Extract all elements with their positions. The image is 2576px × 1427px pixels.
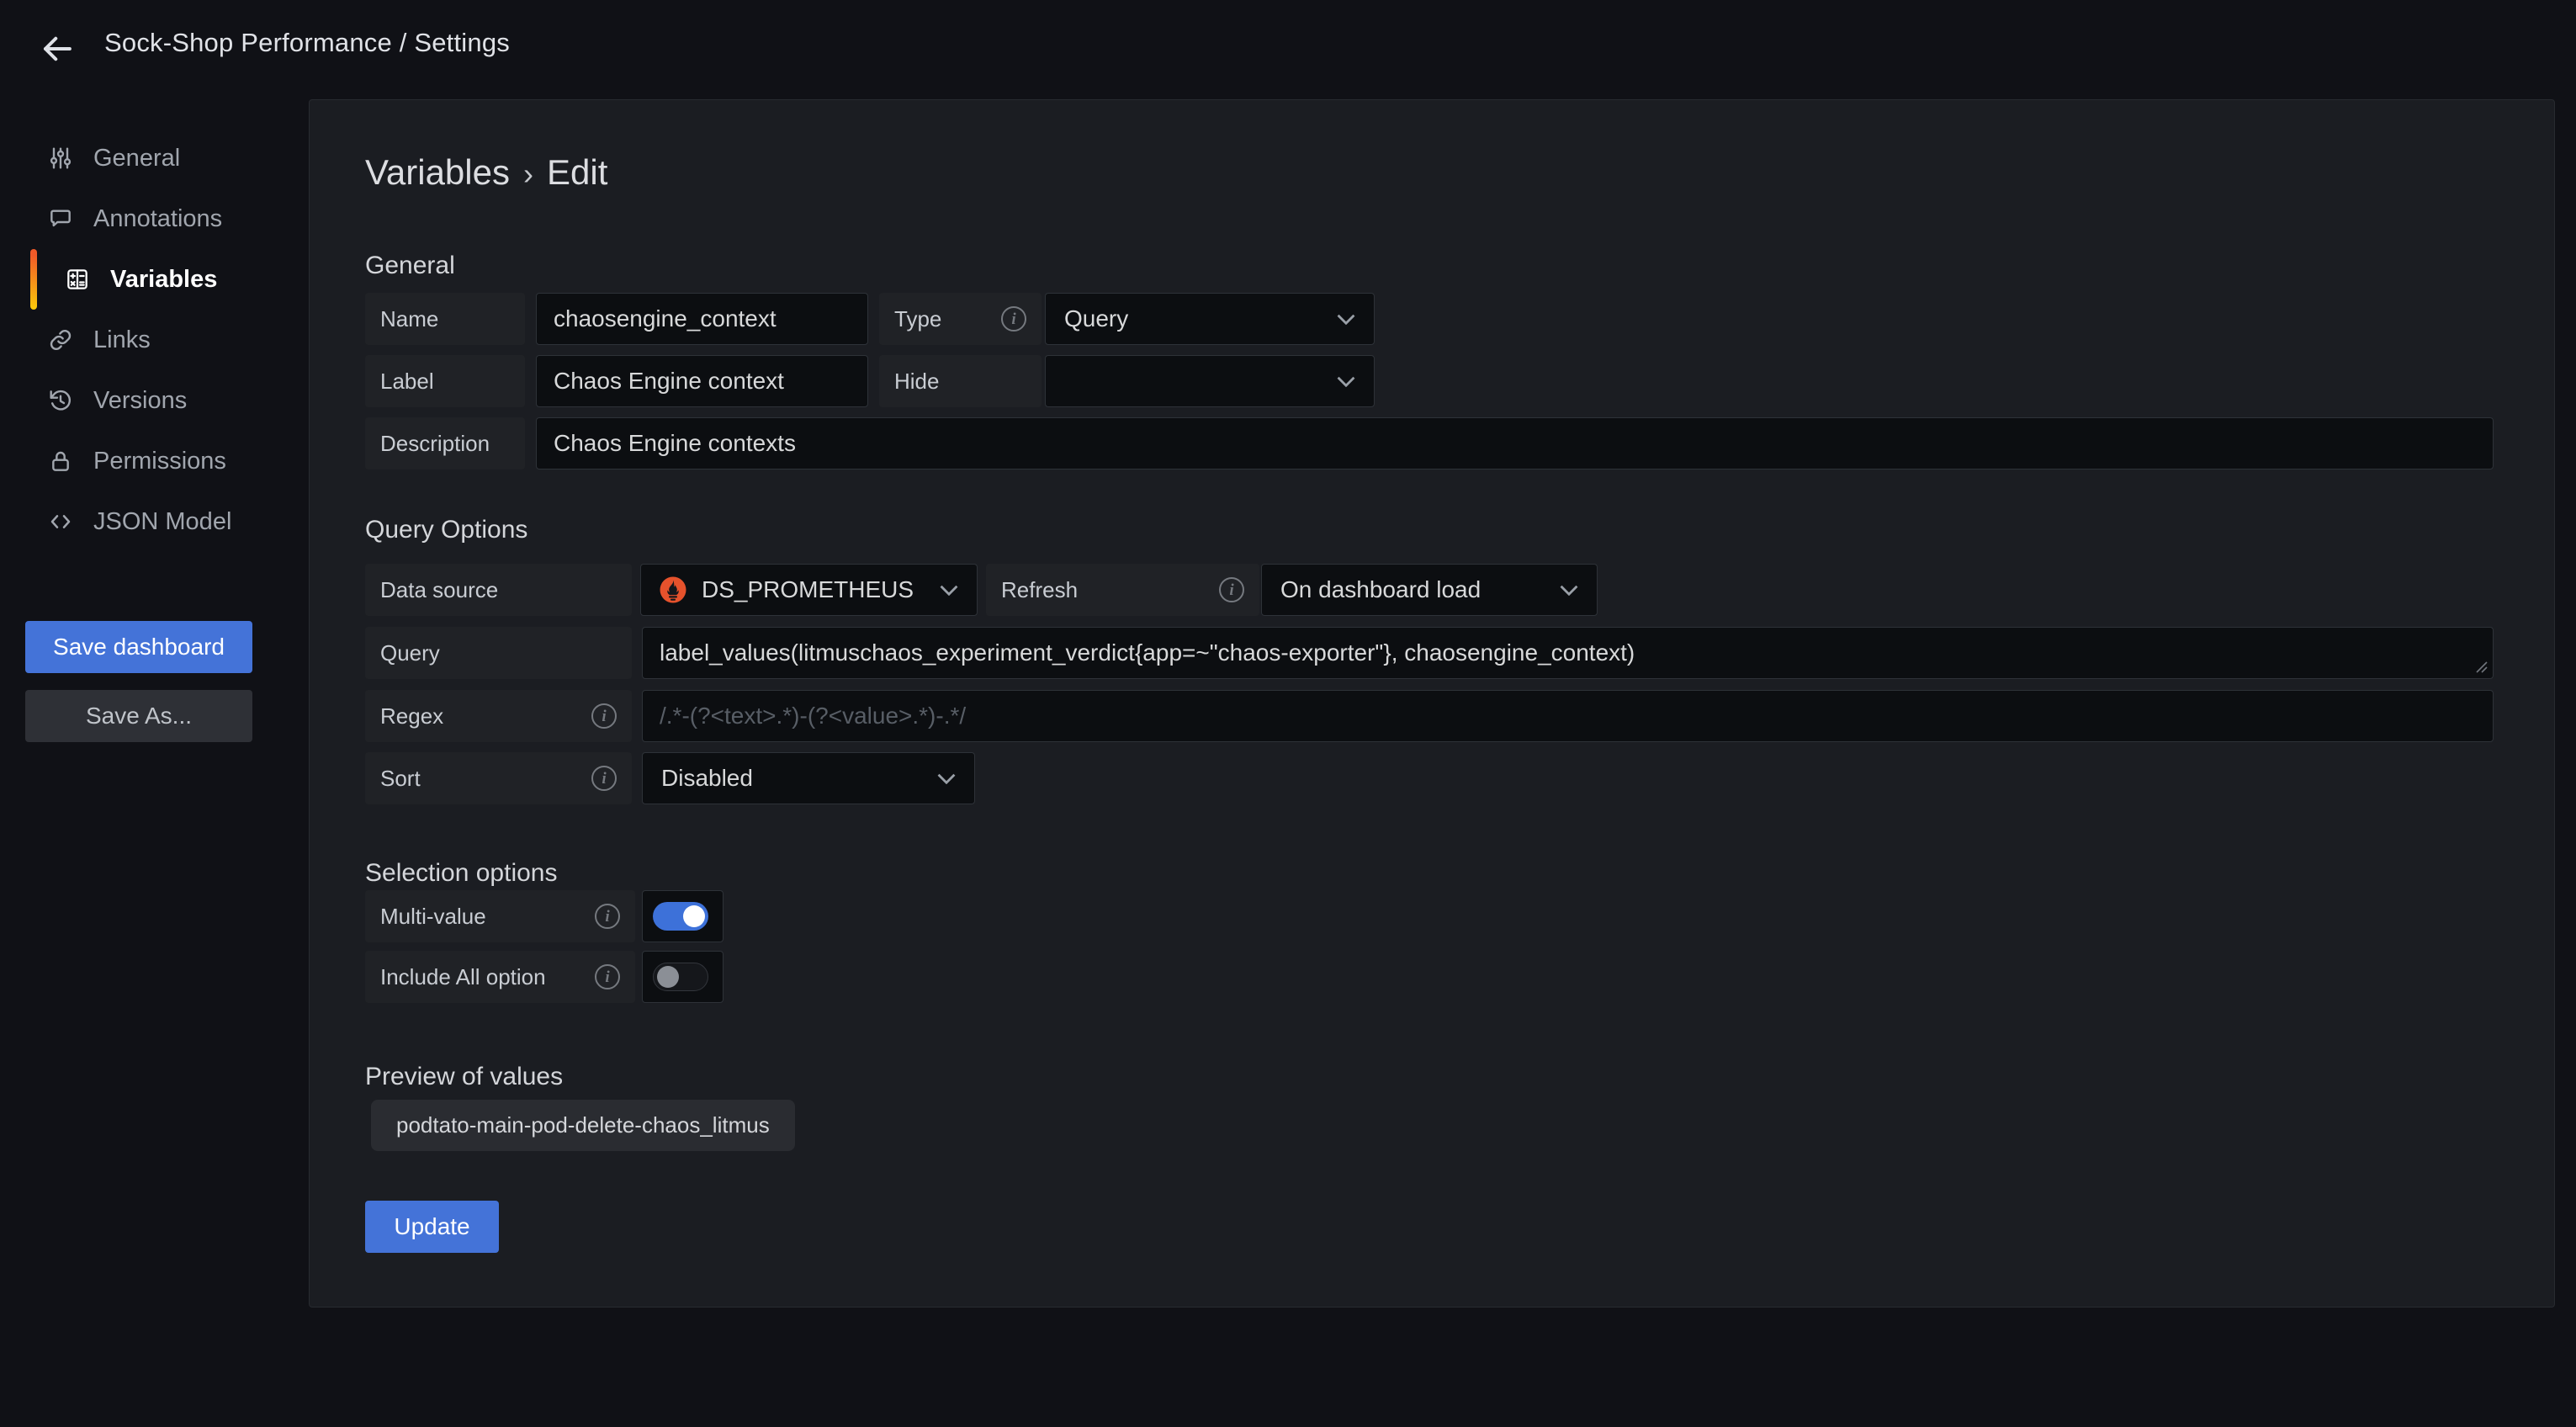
breadcrumb-current: Edit: [547, 152, 607, 192]
sidebar-item-json-model[interactable]: JSON Model: [0, 491, 309, 552]
sidebar-item-label: Permissions: [93, 448, 226, 475]
chevron-down-icon: [940, 585, 958, 596]
datasource-select[interactable]: DS_PROMETHEUS: [640, 564, 978, 616]
chevron-down-icon: [1337, 376, 1355, 387]
query-label-text: Query: [380, 640, 440, 666]
breadcrumb-separator-icon: ›: [523, 156, 533, 191]
datasource-label-text: Data source: [380, 577, 498, 603]
breadcrumb: Variables › Edit: [365, 152, 607, 193]
chevron-down-icon: [1337, 314, 1355, 325]
hide-label-text: Hide: [894, 369, 939, 395]
chevron-down-icon: [1560, 585, 1578, 596]
prometheus-icon: [660, 576, 686, 603]
info-icon[interactable]: i: [595, 904, 620, 929]
multi-value-label: Multi-value i: [365, 890, 635, 942]
sidebar-item-annotations[interactable]: Annotations: [0, 188, 309, 249]
breadcrumb-section[interactable]: Variables: [365, 152, 510, 192]
save-as-button[interactable]: Save As...: [25, 690, 252, 742]
description-input[interactable]: [536, 417, 2494, 469]
datasource-select-value: DS_PROMETHEUS: [702, 576, 914, 603]
info-icon[interactable]: i: [591, 703, 617, 729]
page-title: Sock-Shop Performance / Settings: [104, 28, 510, 58]
general-section-heading: General: [365, 252, 455, 280]
toggle-knob: [657, 966, 679, 988]
calculator-icon: [63, 265, 92, 294]
sort-label-text: Sort: [380, 766, 421, 792]
query-label: Query: [365, 627, 632, 679]
label-label-text: Label: [380, 369, 434, 395]
type-label-text: Type: [894, 306, 941, 332]
sort-select[interactable]: Disabled: [642, 752, 975, 804]
preview-value-chip: podtato-main-pod-delete-chaos_litmus: [371, 1100, 795, 1151]
refresh-select[interactable]: On dashboard load: [1261, 564, 1598, 616]
resize-grip-icon[interactable]: [2473, 659, 2489, 674]
regex-input[interactable]: [642, 690, 2494, 742]
datasource-label: Data source: [365, 564, 632, 616]
settings-nav: General Annotations: [0, 128, 309, 552]
toggle-knob: [683, 905, 705, 927]
sidebar-item-label: General: [93, 145, 180, 172]
sidebar-item-label: Links: [93, 326, 151, 354]
name-label-text: Name: [380, 306, 438, 332]
update-button[interactable]: Update: [365, 1201, 499, 1253]
multi-value-label-text: Multi-value: [380, 904, 486, 930]
back-button[interactable]: [37, 29, 77, 69]
description-label-text: Description: [380, 431, 490, 457]
refresh-select-value: On dashboard load: [1280, 576, 1481, 603]
name-label: Name: [365, 293, 525, 345]
arrow-left-icon: [40, 31, 75, 66]
refresh-label: Refresh i: [986, 564, 1259, 616]
type-label: Type i: [879, 293, 1042, 345]
sidebar-item-label: Annotations: [93, 205, 222, 233]
save-dashboard-button[interactable]: Save dashboard: [25, 621, 252, 673]
sort-select-value: Disabled: [661, 765, 753, 792]
name-input[interactable]: [536, 293, 868, 345]
variables-edit-panel: Variables › Edit General Name Type i Query…: [309, 99, 2555, 1308]
type-select-value: Query: [1064, 305, 1128, 332]
sidebar-item-label: JSON Model: [93, 508, 231, 536]
hide-label: Hide: [879, 355, 1042, 407]
sidebar-item-versions[interactable]: Versions: [0, 370, 309, 431]
navbar: Sock-Shop Performance / Settings: [0, 0, 2576, 99]
sort-label: Sort i: [365, 752, 632, 804]
selection-options-heading: Selection options: [365, 859, 558, 888]
sidebar-item-label: Versions: [93, 387, 187, 415]
label-label: Label: [365, 355, 525, 407]
regex-label: Regex i: [365, 690, 632, 742]
toggle-on-pill: [653, 902, 708, 931]
sidebar-item-variables[interactable]: Variables: [0, 249, 309, 310]
sliders-icon: [46, 144, 75, 172]
info-icon[interactable]: i: [595, 964, 620, 989]
sidebar-item-general[interactable]: General: [0, 128, 309, 188]
chevron-down-icon: [937, 773, 956, 784]
sidebar-item-label: Variables: [110, 266, 217, 294]
label-input[interactable]: [536, 355, 868, 407]
include-all-toggle[interactable]: [642, 951, 724, 1003]
history-icon: [46, 386, 75, 415]
sidebar-item-permissions[interactable]: Permissions: [0, 431, 309, 491]
sidebar-item-links[interactable]: Links: [0, 310, 309, 370]
settings-sidebar: General Annotations: [0, 99, 309, 1427]
preview-heading: Preview of values: [365, 1063, 563, 1091]
query-input[interactable]: label_values(litmuschaos_experiment_verd…: [642, 627, 2494, 679]
query-options-heading: Query Options: [365, 516, 527, 544]
query-input-value: label_values(litmuschaos_experiment_verd…: [660, 639, 1635, 666]
code-icon: [46, 507, 75, 536]
info-icon[interactable]: i: [591, 766, 617, 791]
type-select[interactable]: Query: [1045, 293, 1375, 345]
include-all-label-text: Include All option: [380, 964, 546, 990]
link-icon: [46, 326, 75, 354]
regex-label-text: Regex: [380, 703, 443, 729]
toggle-off-pill: [653, 963, 708, 991]
multi-value-toggle[interactable]: [642, 890, 724, 942]
info-icon[interactable]: i: [1219, 577, 1244, 602]
hide-select[interactable]: [1045, 355, 1375, 407]
description-label: Description: [365, 417, 525, 469]
lock-icon: [46, 447, 75, 475]
refresh-label-text: Refresh: [1001, 577, 1078, 603]
include-all-label: Include All option i: [365, 951, 635, 1003]
info-icon[interactable]: i: [1001, 306, 1026, 332]
comment-icon: [46, 204, 75, 233]
